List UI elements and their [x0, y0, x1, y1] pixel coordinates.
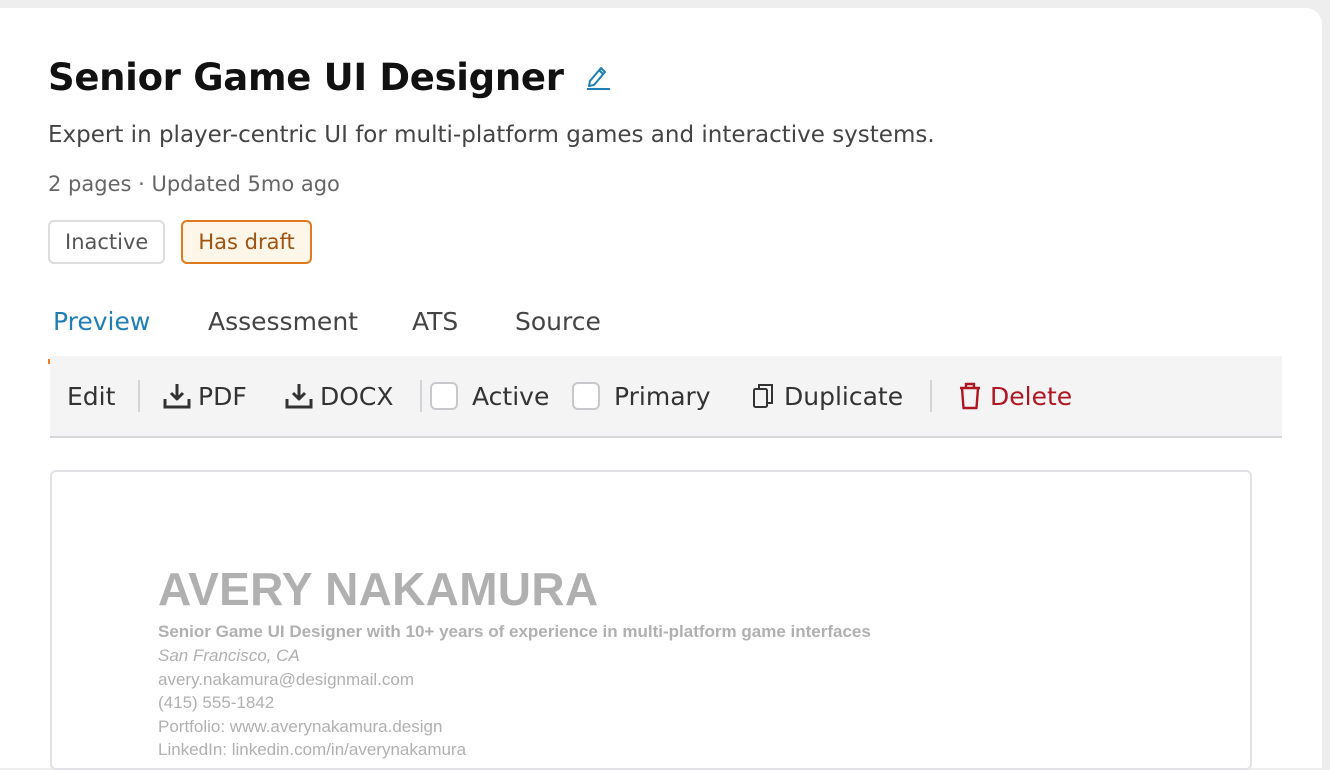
- active-checkbox[interactable]: [430, 382, 458, 410]
- status-badges: Inactive Has draft: [48, 220, 312, 264]
- primary-label: Primary: [614, 381, 711, 411]
- resume-preview: AVERY NAKAMURA Senior Game UI Designer w…: [50, 470, 1252, 770]
- download-docx-button[interactable]: DOCX: [284, 356, 394, 436]
- download-icon: [285, 384, 313, 409]
- delete-label: Delete: [990, 381, 1073, 411]
- copy-icon: [753, 384, 773, 408]
- resume-email: avery.nakamura@designmail.com: [158, 669, 414, 689]
- edit-title-button[interactable]: [584, 61, 612, 91]
- resume-summary: Expert in player-centric UI for multi-pl…: [48, 122, 935, 148]
- resume-headline: Senior Game UI Designer with 10+ years o…: [158, 622, 871, 641]
- resume-name: AVERY NAKAMURA: [158, 563, 599, 615]
- edit-button[interactable]: Edit: [67, 356, 115, 436]
- active-toggle[interactable]: Active: [430, 356, 549, 436]
- toolbar-divider: [420, 380, 422, 412]
- status-badge-inactive: Inactive: [48, 220, 166, 264]
- download-pdf-label: PDF: [198, 381, 247, 411]
- toolbar-divider: [138, 380, 140, 412]
- download-docx-label: DOCX: [320, 381, 394, 411]
- resume-toolbar: Edit PDF DOCX Active Primary Duplicate D…: [50, 356, 1282, 438]
- active-label: Active: [472, 381, 550, 411]
- tab-ats[interactable]: ATS: [412, 304, 458, 340]
- primary-checkbox[interactable]: [572, 382, 600, 410]
- tab-bar: Preview Assessment ATS Source: [48, 298, 1282, 364]
- resume-document: AVERY NAKAMURA Senior Game UI Designer w…: [158, 562, 871, 762]
- resume-meta: 2 pages · Updated 5mo ago: [48, 172, 340, 196]
- resume-location: San Francisco, CA: [158, 646, 300, 665]
- pencil-icon: [586, 67, 610, 90]
- resume-linkedin: LinkedIn: linkedin.com/in/averynakamura: [158, 740, 467, 759]
- download-pdf-button[interactable]: PDF: [162, 356, 247, 436]
- duplicate-label: Duplicate: [784, 381, 904, 411]
- tab-source[interactable]: Source: [515, 304, 601, 340]
- delete-button[interactable]: Delete: [956, 356, 1072, 436]
- duplicate-button[interactable]: Duplicate: [750, 356, 903, 436]
- tab-preview[interactable]: Preview: [53, 304, 150, 340]
- page-title: Senior Game UI Designer: [48, 56, 564, 99]
- download-icon: [163, 384, 191, 409]
- primary-toggle[interactable]: Primary: [572, 356, 711, 436]
- tab-assessment[interactable]: Assessment: [208, 304, 358, 340]
- toolbar-divider: [930, 380, 932, 412]
- edit-button-label: Edit: [67, 381, 116, 411]
- resume-portfolio: Portfolio: www.averynakamura.design: [158, 716, 443, 736]
- resume-phone: (415) 555-1842: [158, 693, 275, 712]
- status-badge-draft: Has draft: [181, 220, 312, 264]
- title-row: Senior Game UI Designer: [48, 56, 612, 100]
- trash-icon: [960, 382, 980, 410]
